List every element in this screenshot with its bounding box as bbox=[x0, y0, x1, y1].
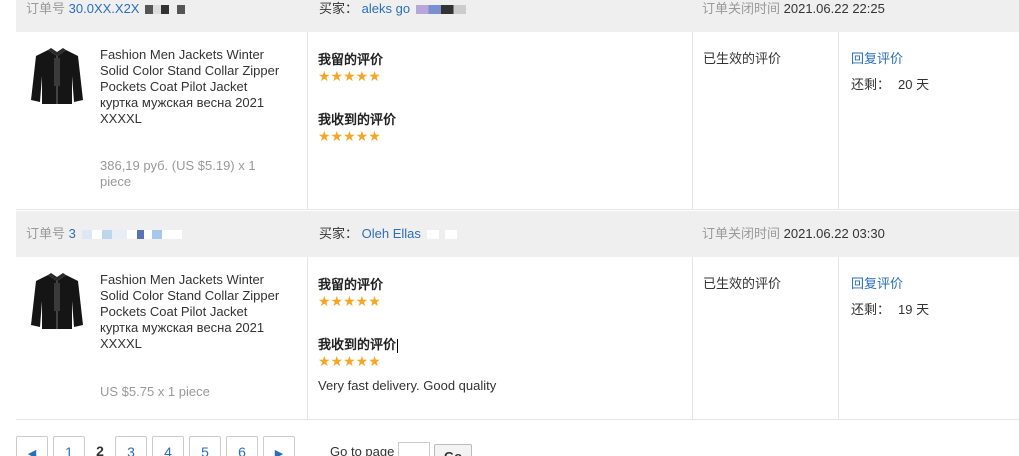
order-number: 订单号 30.0XX.X2X bbox=[26, 0, 186, 32]
goto-page-label: Go to page bbox=[330, 444, 395, 456]
goto-page-input[interactable] bbox=[398, 442, 430, 456]
order-close-time: 订单关闭时间 2021.06.22 22:25 bbox=[702, 0, 885, 32]
remaining-days: 还剩： 20 天 bbox=[851, 74, 929, 93]
product-cell: Fashion Men Jackets Winter Solid Color S… bbox=[16, 32, 308, 209]
go-button[interactable]: Go bbox=[434, 444, 472, 456]
received-review-label: 我收到的评价 bbox=[318, 334, 399, 353]
remaining-label: 还剩： bbox=[851, 77, 891, 92]
product-price: 386,19 руб. (US $5.19) x 1 piece bbox=[100, 158, 256, 189]
close-time-value: 2021.06.22 03:30 bbox=[783, 226, 885, 241]
order-number-label: 订单号 bbox=[26, 226, 66, 241]
close-time-value: 2021.06.22 22:25 bbox=[783, 1, 885, 16]
buyer-info: 买家： aleks go bbox=[319, 0, 466, 32]
product-title-link[interactable]: Fashion Men Jackets Winter Solid Color S… bbox=[100, 272, 280, 352]
reply-cell: 回复评价 还剩： 19 天 bbox=[839, 257, 1019, 419]
remaining-days: 还剩： 19 天 bbox=[851, 299, 929, 318]
page-current-2: 2 bbox=[96, 443, 104, 456]
order-header: 订单号 30.0XX.X2X 买家： aleks go 订单关闭时间 2021.… bbox=[16, 0, 1019, 32]
order-body: Fashion Men Jackets Winter Solid Color S… bbox=[16, 32, 1019, 210]
my-review-label: 我留的评价 bbox=[318, 52, 384, 67]
received-review-text: Very fast delivery. Good quality bbox=[318, 378, 497, 393]
remaining-value: 20 天 bbox=[898, 77, 930, 92]
product-image[interactable] bbox=[30, 46, 84, 106]
order-number-link[interactable]: 30.0XX.X2X bbox=[69, 1, 140, 16]
page-link-3[interactable]: 3 bbox=[115, 436, 147, 456]
received-review-stars: ★★★★★ bbox=[318, 128, 381, 144]
page-link-4[interactable]: 4 bbox=[152, 436, 184, 456]
redaction-pixels bbox=[415, 5, 466, 15]
buyer-label: 买家： bbox=[319, 226, 359, 241]
buyer-name-link[interactable]: aleks go bbox=[362, 1, 410, 16]
my-review-stars: ★★★★★ bbox=[318, 68, 381, 84]
review-status: 已生效的评价 bbox=[703, 51, 782, 66]
next-page-button[interactable]: ▶ bbox=[263, 436, 295, 456]
order-number-link[interactable]: 3 bbox=[69, 226, 76, 241]
reply-cell: 回复评价 还剩： 20 天 bbox=[839, 32, 1019, 209]
order-header: 订单号 3 买家： Oleh Ellas 订单关闭时间 2021.06.22 0… bbox=[16, 211, 1019, 257]
redaction-pixels bbox=[145, 5, 186, 15]
buyer-name-link[interactable]: Oleh Ellas bbox=[362, 226, 421, 241]
my-review-stars: ★★★★★ bbox=[318, 293, 381, 309]
page-link-5[interactable]: 5 bbox=[189, 436, 221, 456]
product-price: US $5.75 x 1 piece bbox=[100, 384, 210, 399]
reply-review-link[interactable]: 回复评价 bbox=[851, 273, 903, 292]
status-cell: 已生效的评价 bbox=[693, 32, 839, 209]
redaction-pixels bbox=[81, 230, 182, 240]
jacket-image bbox=[31, 273, 83, 329]
remaining-value: 19 天 bbox=[898, 302, 930, 317]
review-cell: 我留的评价 ★★★★★ 我收到的评价 ★★★★★ bbox=[308, 32, 693, 209]
buyer-info: 买家： Oleh Ellas bbox=[319, 211, 457, 257]
product-title-link[interactable]: Fashion Men Jackets Winter Solid Color S… bbox=[100, 47, 280, 127]
jacket-image bbox=[31, 48, 83, 104]
page-link-6[interactable]: 6 bbox=[226, 436, 258, 456]
text-cursor bbox=[397, 338, 399, 353]
prev-page-button[interactable]: ◀ bbox=[16, 436, 48, 456]
my-review-label: 我留的评价 bbox=[318, 277, 384, 292]
received-review-stars: ★★★★★ bbox=[318, 353, 381, 369]
reply-review-link[interactable]: 回复评价 bbox=[851, 48, 903, 67]
arrow-left-icon: ◀ bbox=[27, 448, 37, 456]
status-cell: 已生效的评价 bbox=[693, 257, 839, 419]
redaction-pixels bbox=[426, 230, 457, 240]
buyer-label: 买家： bbox=[319, 1, 359, 16]
product-image[interactable] bbox=[30, 271, 84, 331]
received-review-label-text: 我收到的评价 bbox=[318, 337, 397, 352]
order-number: 订单号 3 bbox=[26, 211, 182, 257]
arrow-right-icon: ▶ bbox=[274, 448, 284, 456]
order-card: 订单号 3 买家： Oleh Ellas 订单关闭时间 2021.06.22 0… bbox=[16, 211, 1019, 420]
page-link-1[interactable]: 1 bbox=[53, 436, 85, 456]
order-number-label: 订单号 bbox=[26, 1, 66, 16]
close-time-label: 订单关闭时间 bbox=[702, 1, 781, 16]
order-card: 订单号 30.0XX.X2X 买家： aleks go 订单关闭时间 2021.… bbox=[16, 0, 1019, 210]
received-review-label: 我收到的评价 bbox=[318, 112, 397, 127]
close-time-label: 订单关闭时间 bbox=[702, 226, 781, 241]
order-close-time: 订单关闭时间 2021.06.22 03:30 bbox=[702, 211, 885, 257]
remaining-label: 还剩： bbox=[851, 302, 891, 317]
order-body: Fashion Men Jackets Winter Solid Color S… bbox=[16, 257, 1019, 420]
review-cell: 我留的评价 ★★★★★ 我收到的评价 ★★★★★ Very fast deliv… bbox=[308, 257, 693, 419]
review-status: 已生效的评价 bbox=[703, 276, 782, 291]
product-cell: Fashion Men Jackets Winter Solid Color S… bbox=[16, 257, 308, 419]
